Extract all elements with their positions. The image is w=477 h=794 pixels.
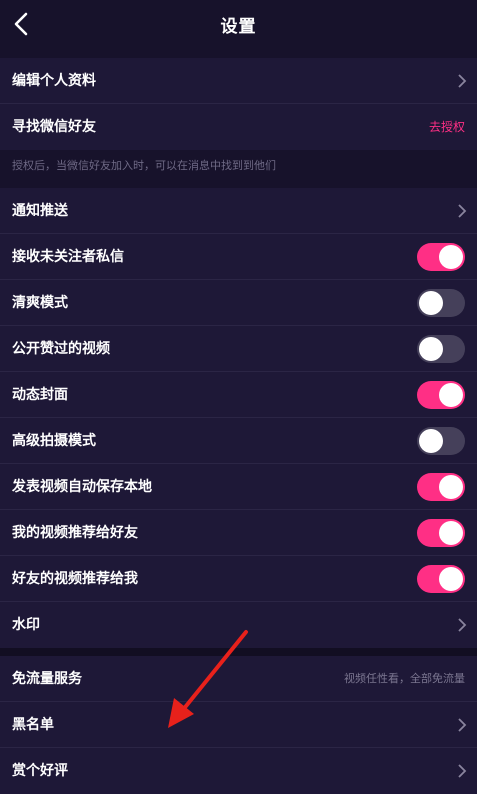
toggle-knob (439, 383, 463, 407)
toggle-label: 接收未关注者私信 (12, 249, 124, 265)
toggle-knob (439, 475, 463, 499)
toggle-row: 动态封面 (0, 372, 477, 418)
authorize-link[interactable]: 去授权 (429, 104, 465, 150)
toggle-knob (439, 567, 463, 591)
rate-app-label: 赏个好评 (12, 763, 68, 779)
chevron-right-icon (458, 718, 467, 732)
free-data-service-desc: 视频任性看，全部免流量 (344, 672, 465, 685)
blacklist-row[interactable]: 黑名单 (0, 702, 477, 748)
watermark-label: 水印 (12, 617, 40, 633)
toggle-switch[interactable] (417, 243, 465, 271)
toggle-row: 公开赞过的视频 (0, 326, 477, 372)
push-notification-label: 通知推送 (12, 203, 68, 219)
chevron-right-icon (458, 74, 467, 88)
toggle-switch[interactable] (417, 473, 465, 501)
toggle-switch[interactable] (417, 519, 465, 547)
find-wechat-friends-label: 寻找微信好友 (12, 119, 96, 135)
toggle-row: 发表视频自动保存本地 (0, 464, 477, 510)
toggle-label: 好友的视频推荐给我 (12, 571, 138, 587)
wechat-hint-text: 授权后，当微信好友加入时，可以在消息中找到到他们 (12, 159, 276, 172)
toggle-switch[interactable] (417, 381, 465, 409)
toggle-switch[interactable] (417, 565, 465, 593)
edit-profile-row[interactable]: 编辑个人资料 (0, 58, 477, 104)
toggle-knob (419, 429, 443, 453)
toggle-row: 接收未关注者私信 (0, 234, 477, 280)
toggle-knob (419, 337, 443, 361)
find-wechat-friends-row[interactable]: 寻找微信好友 去授权 (0, 104, 477, 150)
header: 设置 (0, 0, 477, 50)
settings-list: 编辑个人资料 寻找微信好友 去授权 授权后，当微信好友加入时，可以在消息中找到到… (0, 58, 477, 794)
chevron-right-icon (458, 618, 467, 632)
toggle-knob (439, 521, 463, 545)
free-data-service-row[interactable]: 免流量服务 视频任性看，全部免流量 (0, 656, 477, 702)
chevron-right-icon (458, 764, 467, 778)
group-divider (0, 648, 477, 656)
toggle-label: 我的视频推荐给好友 (12, 525, 138, 541)
toggle-label: 公开赞过的视频 (12, 341, 110, 357)
toggle-row: 好友的视频推荐给我 (0, 556, 477, 602)
push-notification-row[interactable]: 通知推送 (0, 188, 477, 234)
chevron-right-icon (458, 204, 467, 218)
toggle-switch[interactable] (417, 427, 465, 455)
toggle-label: 动态封面 (12, 387, 68, 403)
wechat-hint: 授权后，当微信好友加入时，可以在消息中找到到他们 (0, 150, 477, 188)
toggle-label: 发表视频自动保存本地 (12, 479, 152, 495)
toggle-knob (439, 245, 463, 269)
edit-profile-label: 编辑个人资料 (12, 73, 96, 89)
toggle-switch[interactable] (417, 335, 465, 363)
blacklist-label: 黑名单 (12, 717, 54, 733)
page-title: 设置 (220, 17, 257, 37)
toggle-row: 高级拍摄模式 (0, 418, 477, 464)
toggle-knob (419, 291, 443, 315)
toggle-switch[interactable] (417, 289, 465, 317)
watermark-row[interactable]: 水印 (0, 602, 477, 648)
toggle-label: 高级拍摄模式 (12, 433, 96, 449)
free-data-service-label: 免流量服务 (12, 671, 82, 687)
toggle-label: 清爽模式 (12, 295, 68, 311)
rate-app-row[interactable]: 赏个好评 (0, 748, 477, 794)
toggle-row: 清爽模式 (0, 280, 477, 326)
toggle-row: 我的视频推荐给好友 (0, 510, 477, 556)
